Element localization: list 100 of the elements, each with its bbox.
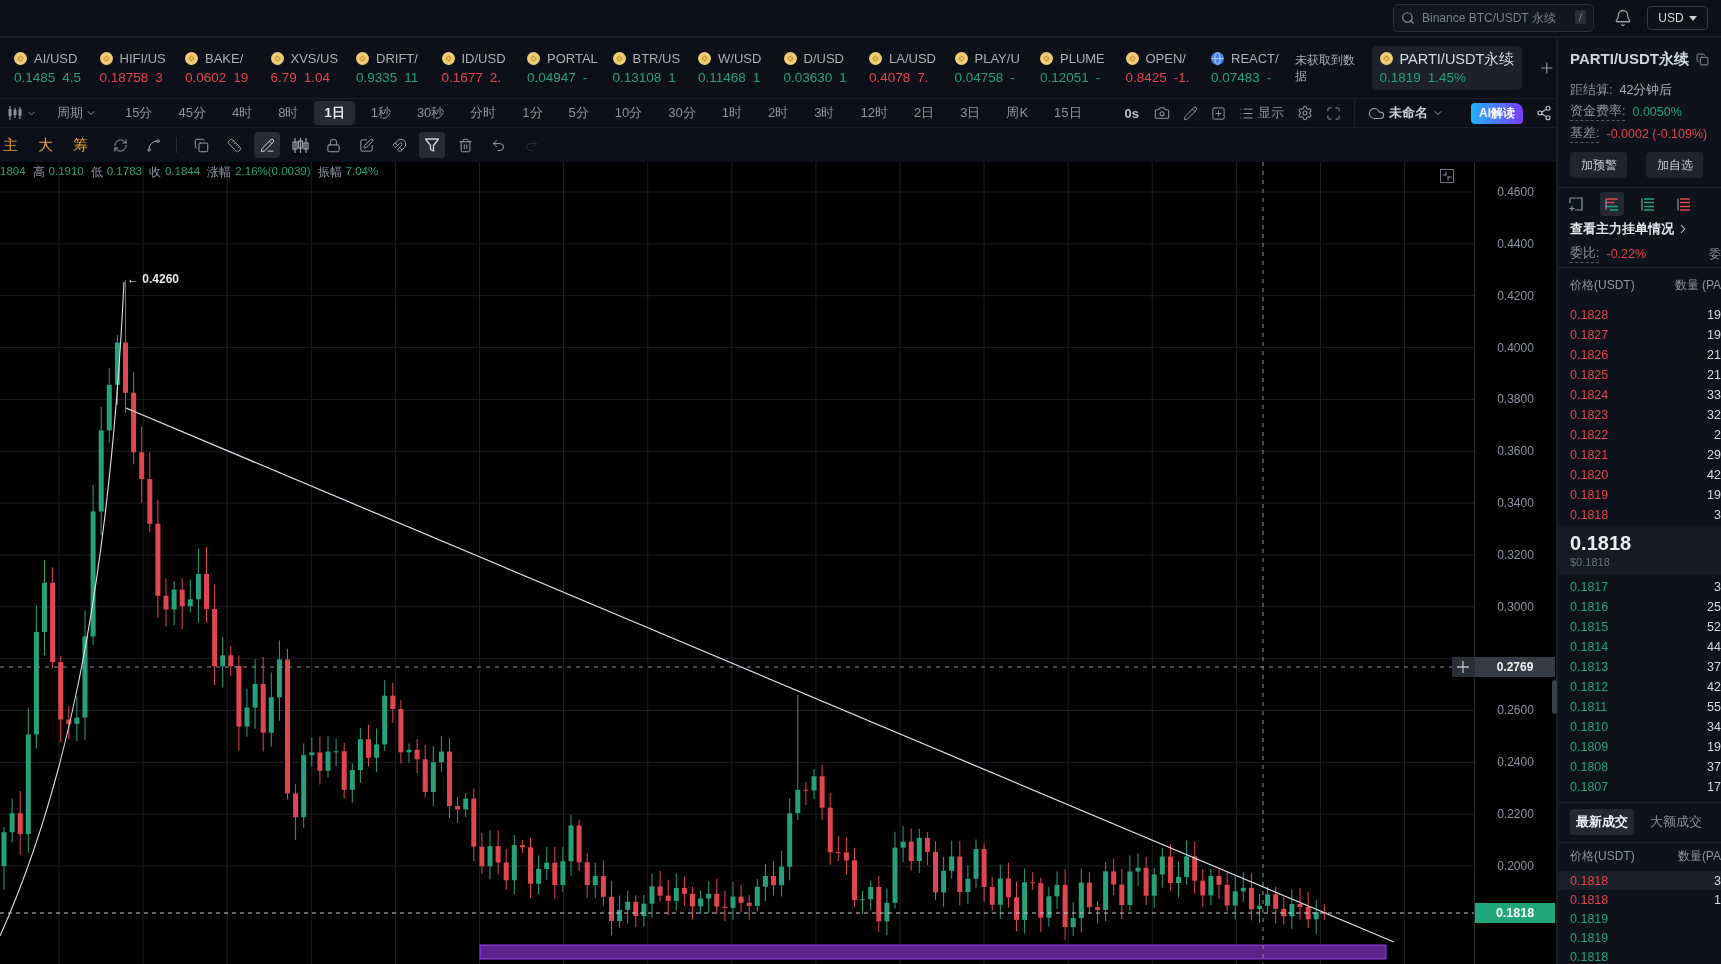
- ticker-tab[interactable]: ID/USD 0.1677 2.: [435, 46, 521, 90]
- coin-icon: [1040, 52, 1053, 65]
- caret-icon: [1688, 15, 1697, 21]
- price-axis-label: 0.2000: [1497, 858, 1534, 873]
- trades-tab[interactable]: 大额成交: [1644, 808, 1708, 835]
- depth-link[interactable]: 查看主力挂单情况: [1570, 218, 1690, 240]
- price-axis-label: 0.3800: [1497, 392, 1534, 407]
- ticker-symbol: DRIFT/: [376, 49, 418, 68]
- ask-price: 0.1820: [1570, 468, 1609, 482]
- bell-icon[interactable]: [1614, 9, 1632, 27]
- legend-value: 0.1910: [48, 165, 84, 179]
- period-tab[interactable]: 30分: [658, 101, 706, 125]
- ticker-tab[interactable]: PORTAL 0.04947 -: [521, 46, 607, 90]
- ticker-symbol: LA/USD: [889, 49, 936, 68]
- period-tab[interactable]: 8时: [268, 101, 309, 125]
- ticker-tab[interactable]: BTR/US 0.13108 1: [606, 46, 692, 90]
- last-price: 0.1818: [1570, 531, 1633, 555]
- fullscreen-icon[interactable]: [1326, 105, 1341, 121]
- ticker-tab[interactable]: BAKE/ 0.0602 19: [179, 46, 265, 90]
- period-tab[interactable]: 5分: [558, 101, 599, 125]
- ticker-tab[interactable]: D/USD 0.03630 1: [777, 46, 863, 90]
- currency-dropdown[interactable]: USD: [1647, 6, 1708, 30]
- period-tab[interactable]: 1分: [512, 101, 553, 125]
- period-tab[interactable]: 3日: [950, 101, 991, 125]
- period-tab[interactable]: 3时: [804, 101, 845, 125]
- period-tab[interactable]: 1日: [314, 101, 355, 125]
- bid-quantity: 52: [1707, 620, 1721, 634]
- countdown-text: 0s: [1124, 105, 1139, 121]
- ticker-price: 0.13108: [612, 68, 662, 87]
- price-axis-label: 0.3400: [1497, 496, 1534, 511]
- period-tab[interactable]: 分时: [460, 101, 507, 125]
- ticker-tab[interactable]: OPEN/ 0.8425 -1.: [1119, 46, 1205, 90]
- ask-quantity: 3: [1714, 508, 1721, 522]
- settings-icon[interactable]: [1297, 105, 1313, 121]
- tool-button[interactable]: [254, 132, 280, 158]
- ai-button[interactable]: AI解读: [1471, 102, 1523, 124]
- period-tab[interactable]: 1时: [711, 101, 752, 125]
- ticker-symbol: HIFI/US: [119, 49, 166, 68]
- panel-button[interactable]: 加自选: [1646, 152, 1703, 178]
- ticker-tab[interactable]: HIFI/US 0.18758 3: [93, 46, 179, 90]
- period-tab[interactable]: 2时: [758, 101, 799, 125]
- ticker-symbol: AI/USD: [34, 49, 78, 68]
- share-icon[interactable]: [1536, 105, 1552, 121]
- period-tab[interactable]: 30秒: [406, 101, 455, 125]
- ticker-price: 0.07483: [1211, 68, 1260, 87]
- camera-icon[interactable]: [1154, 105, 1170, 121]
- ticker-price: 0.04947: [527, 68, 576, 87]
- period-tab[interactable]: 45分: [168, 101, 216, 125]
- coin-icon: [783, 52, 797, 65]
- pencil-icon[interactable]: [1183, 105, 1198, 121]
- ticker-tab[interactable]: AI/USD 0.1485 4.5: [8, 46, 94, 90]
- ticker-tab[interactable]: PARTI/USDT永续 0.1819 1.45%: [1371, 46, 1523, 90]
- ticker-tab[interactable]: W/USD 0.11468 1: [692, 46, 778, 90]
- layout-menu[interactable]: 未命名: [1368, 104, 1444, 122]
- trades-tab[interactable]: 最新成交: [1570, 808, 1634, 835]
- indicator-button[interactable]: 主: [2, 135, 19, 155]
- ticker-symbol: PORTAL: [547, 49, 598, 68]
- tool-button[interactable]: [419, 132, 445, 158]
- trade-price: 0.1819: [1570, 930, 1609, 945]
- ticker-tab[interactable]: PLUME 0.12051 -: [1034, 46, 1120, 90]
- candlestick-icon[interactable]: [7, 106, 23, 120]
- period-tab[interactable]: 1秒: [360, 101, 401, 125]
- period-tab[interactable]: 10分: [604, 101, 653, 125]
- coin-icon: [698, 52, 711, 65]
- ticker-tab[interactable]: DRIFT/ 0.9335 11: [350, 46, 436, 90]
- ticker-symbol: D/USD: [803, 49, 844, 68]
- ticker-tab[interactable]: REACT/ 0.07483 -: [1205, 46, 1291, 90]
- period-tab[interactable]: 15日: [1044, 101, 1092, 125]
- collapse-icon[interactable]: [1440, 169, 1454, 183]
- stat-label: 委: [1709, 245, 1721, 263]
- period-menu[interactable]: 周期: [57, 104, 97, 122]
- period-tab[interactable]: 2日: [903, 101, 945, 125]
- add-square-icon[interactable]: [1211, 105, 1226, 121]
- legend-value: 0.1844: [164, 165, 201, 179]
- copy-icon[interactable]: [1695, 52, 1709, 66]
- price-axis-label: 0.3200: [1497, 547, 1534, 562]
- view-button[interactable]: [1600, 192, 1624, 216]
- ticker-tab[interactable]: LA/USD 0.4078 7.: [863, 46, 949, 90]
- price-axis-label: 0.4400: [1497, 236, 1534, 251]
- bid-price: 0.1814: [1570, 640, 1609, 654]
- period-tab[interactable]: 15分: [115, 101, 163, 125]
- indicator-button[interactable]: 大: [37, 135, 54, 155]
- ticker-tab[interactable]: XVS/US 6.79 1.04: [264, 46, 350, 90]
- period-tab[interactable]: 12时: [850, 101, 898, 125]
- ticker-change: 19: [233, 68, 249, 87]
- panel-button[interactable]: 加预警: [1570, 152, 1627, 178]
- ticker-change: 1: [668, 68, 676, 87]
- plus-icon[interactable]: [1452, 657, 1474, 677]
- ticker-tab[interactable]: PLAY/U 0.04758 -: [948, 46, 1034, 90]
- period-tab[interactable]: 周K: [996, 101, 1039, 125]
- bid-price: 0.1817: [1570, 580, 1609, 594]
- period-tab[interactable]: 4时: [221, 101, 263, 125]
- coin-icon: [14, 52, 27, 65]
- coin-icon: [441, 52, 455, 65]
- ticker-symbol: REACT/: [1231, 49, 1279, 68]
- indicator-button[interactable]: 筹: [72, 135, 89, 155]
- column-header: 数量(PA: [1677, 847, 1721, 865]
- collapse-handle[interactable]: [1552, 680, 1557, 714]
- stat-label: 委比:: [1570, 245, 1600, 263]
- display-button[interactable]: 显示: [1239, 104, 1284, 122]
